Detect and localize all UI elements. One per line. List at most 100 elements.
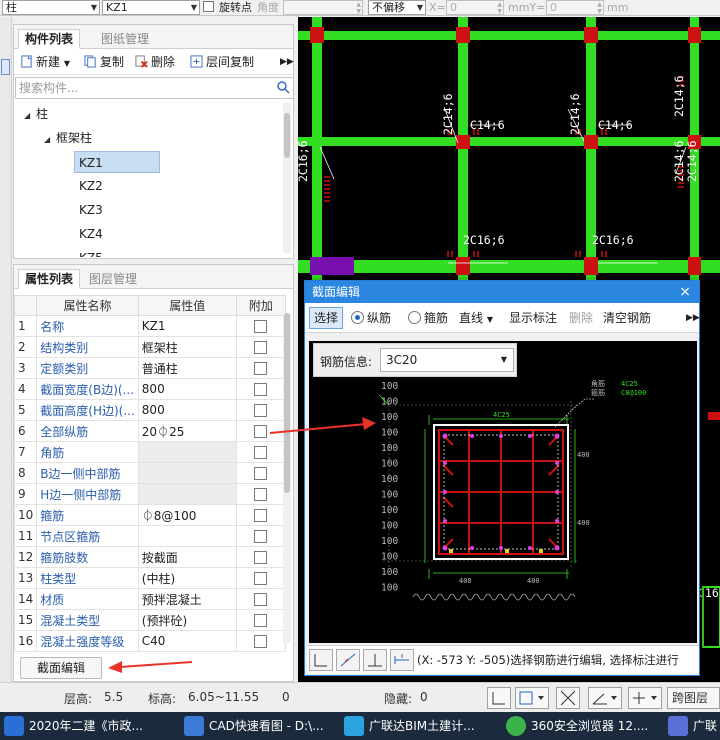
scrollbar-thumb[interactable]	[284, 313, 290, 493]
extra-checkbox[interactable]	[254, 551, 268, 564]
property-value[interactable]: 框架柱	[137, 336, 237, 358]
extra-checkbox[interactable]	[254, 320, 268, 333]
property-value[interactable]	[137, 462, 237, 484]
table-row[interactable]: 6 全部纵筋 20⏀25	[13, 420, 287, 442]
new-button[interactable]: 新建 ▼	[20, 54, 70, 72]
table-row[interactable]: 10 箍筋 ⏀8@100	[13, 504, 287, 526]
y-offset-input[interactable]: 0 ▲ ▼	[546, 0, 604, 15]
tab-layer-management[interactable]: 图层管理	[82, 269, 144, 289]
table-row[interactable]: 16 混凝土强度等级 C40	[13, 630, 287, 652]
property-value[interactable]: ⏀8@100	[137, 504, 237, 526]
properties-scrollbar[interactable]	[283, 313, 291, 643]
table-row[interactable]: 9 H边一侧中部筋	[13, 483, 287, 505]
table-row[interactable]: 14 材质 预拌混凝土	[13, 588, 287, 610]
component-name-combo[interactable]: KZ1 ▼	[102, 0, 200, 15]
extra-checkbox[interactable]	[254, 404, 268, 417]
property-value[interactable]	[137, 525, 237, 547]
table-row[interactable]: 2 结构类别 框架柱	[13, 336, 287, 358]
extra-checkbox[interactable]	[254, 362, 268, 375]
table-row[interactable]: 7 角筋	[13, 441, 287, 463]
dimension-button[interactable]	[390, 649, 414, 671]
extra-checkbox[interactable]	[254, 572, 268, 585]
longitudinal-radio[interactable]: 纵筋	[351, 310, 391, 326]
extra-checkbox[interactable]	[254, 446, 268, 459]
rotate-point-checkbox[interactable]	[203, 1, 214, 12]
property-value[interactable]	[137, 483, 237, 505]
table-row[interactable]: 3 定额类别 普通柱	[13, 357, 287, 379]
extra-checkbox[interactable]	[254, 341, 268, 354]
section-edit-button[interactable]: 截面编辑	[20, 657, 102, 679]
cross-select-button[interactable]	[556, 687, 580, 709]
tab-drawing-management[interactable]: 图纸管理	[94, 29, 156, 49]
rebar-info-combo[interactable]: 3C20 ▼	[380, 348, 514, 372]
table-row[interactable]: 11 节点区箍筋	[13, 525, 287, 547]
extra-checkbox[interactable]	[254, 635, 268, 648]
snap-toggle-button[interactable]	[515, 687, 549, 709]
property-value[interactable]: 预拌混凝土	[137, 588, 237, 610]
extra-checkbox[interactable]	[254, 425, 268, 438]
delete-button[interactable]: 删除	[135, 54, 175, 72]
scrollbar-thumb[interactable]	[284, 113, 290, 158]
dimension-toggle-button[interactable]	[628, 687, 662, 709]
extra-checkbox[interactable]	[254, 488, 268, 501]
offset-combo[interactable]: 不偏移 ▼	[368, 0, 426, 15]
extra-checkbox[interactable]	[254, 383, 268, 396]
property-value[interactable]: (中柱)	[137, 567, 237, 589]
table-row[interactable]: 8 B边一侧中部筋	[13, 462, 287, 484]
taskbar-item-glodon[interactable]: 广联达BIM土建计...	[344, 712, 494, 740]
show-label-button[interactable]: 显示标注	[509, 310, 557, 326]
copy-button[interactable]: 复制	[84, 54, 124, 72]
side-tab[interactable]	[1, 59, 10, 75]
angle-snap-button[interactable]	[588, 687, 622, 709]
ortho-mode-button[interactable]	[309, 649, 333, 671]
table-row[interactable]: 13 柱类型 (中柱)	[13, 567, 287, 589]
perpendicular-button[interactable]	[363, 649, 387, 671]
tab-component-list[interactable]: 构件列表	[18, 29, 81, 49]
property-value[interactable]: 800	[137, 378, 237, 400]
extra-checkbox[interactable]	[254, 614, 268, 627]
property-value[interactable]: 按截面	[137, 546, 237, 568]
tree-item-kz1[interactable]: KZ1	[74, 151, 160, 173]
property-value[interactable]: 20⏀25	[137, 420, 237, 442]
floor-copy-button[interactable]: 层间复制	[190, 54, 254, 72]
more-icon[interactable]: ▶▶	[280, 54, 294, 72]
stirrup-radio[interactable]: 箍筋	[408, 310, 448, 326]
tree-node-column[interactable]: ◢ 柱	[24, 103, 48, 125]
property-value[interactable]	[137, 441, 237, 463]
tree-item-kz5[interactable]: KZ5	[79, 247, 103, 257]
clear-rebar-button[interactable]: 清空钢筋	[603, 310, 651, 326]
more-icon[interactable]: ▶▶	[686, 310, 700, 326]
tab-property-list[interactable]: 属性列表	[18, 269, 81, 289]
property-value[interactable]: 800	[137, 399, 237, 421]
taskbar-item-cad[interactable]: CAD快速看图 - D:\...	[184, 712, 334, 740]
table-row[interactable]: 12 箍筋肢数 按截面	[13, 546, 287, 568]
table-row[interactable]: 1 名称 KZ1	[13, 315, 287, 337]
property-value[interactable]: 普通柱	[137, 357, 237, 379]
x-offset-input[interactable]: 0 ▲ ▼	[446, 0, 504, 15]
property-value[interactable]: KZ1	[137, 315, 237, 337]
select-tool-button[interactable]: 选择	[309, 307, 343, 329]
table-row[interactable]: 4 截面宽度(B边)(... 800	[13, 378, 287, 400]
table-row[interactable]: 15 混凝土类型 (预拌砼)	[13, 609, 287, 631]
tree-node-frame-column[interactable]: ◢ 框架柱	[44, 127, 92, 149]
component-search-input[interactable]: 搜索构件...	[15, 77, 294, 99]
angle-input[interactable]: ▲ ▼	[283, 0, 363, 15]
property-value[interactable]: (预拌砼)	[137, 609, 237, 631]
snap-mode-button[interactable]	[336, 649, 360, 671]
extra-checkbox[interactable]	[254, 509, 268, 522]
extra-checkbox[interactable]	[254, 593, 268, 606]
tree-scrollbar[interactable]	[283, 103, 291, 253]
section-drawing-canvas[interactable]: 100 100 100 100 100 100 100 100 100 100 100 100 100 1…	[309, 341, 697, 643]
taskbar-item-glodon-2[interactable]: 广联	[668, 712, 720, 740]
extra-checkbox[interactable]	[254, 467, 268, 480]
tree-item-kz2[interactable]: KZ2	[79, 175, 103, 197]
taskbar-item-edu[interactable]: 2020年二建《市政...	[4, 712, 174, 740]
line-mode-dropdown[interactable]: 直线 ▼	[459, 310, 493, 328]
dialog-titlebar[interactable]: 截面编辑 ×	[305, 281, 699, 303]
tree-item-kz3[interactable]: KZ3	[79, 199, 103, 221]
ortho-toggle-button[interactable]	[487, 687, 511, 709]
delete-rebar-button[interactable]: 删除	[569, 310, 593, 326]
cross-floor-select-button[interactable]: 跨图层选	[667, 687, 720, 725]
close-icon[interactable]: ×	[679, 281, 691, 303]
tree-item-kz4[interactable]: KZ4	[79, 223, 103, 245]
